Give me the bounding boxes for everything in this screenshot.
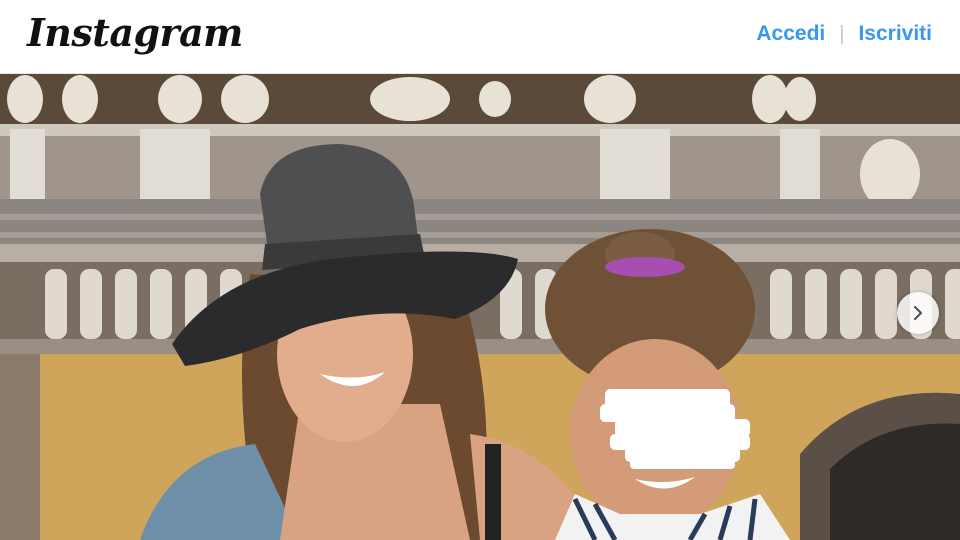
login-link[interactable]: Accedi (756, 22, 825, 46)
auth-links: Accedi | Iscriviti (756, 22, 932, 46)
post-photo[interactable] (0, 74, 960, 540)
chevron-right-icon (913, 305, 923, 321)
instagram-logo[interactable]: Instagram (27, 10, 243, 55)
link-separator: | (839, 22, 845, 45)
post-photo-illustration (0, 74, 960, 540)
top-navigation-bar: Instagram Accedi | Iscriviti (0, 0, 960, 74)
signup-link[interactable]: Iscriviti (858, 22, 932, 46)
carousel-next-button[interactable] (897, 292, 939, 334)
